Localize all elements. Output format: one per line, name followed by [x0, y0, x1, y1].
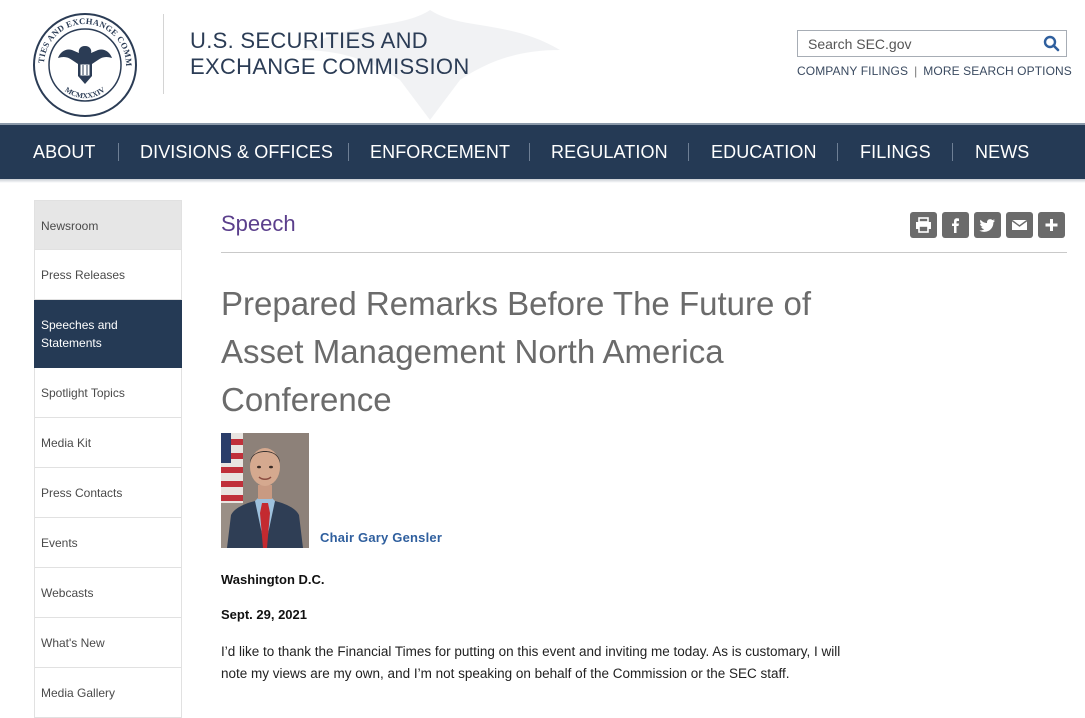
nav-separator [348, 143, 349, 161]
agency-name-line1: U.S. SECURITIES AND [190, 28, 428, 53]
sidebar-item-spotlight-topics[interactable]: Spotlight Topics [34, 368, 182, 418]
sidebar-item-media-gallery[interactable]: Media Gallery [34, 668, 182, 718]
sidebar-item-webcasts[interactable]: Webcasts [34, 568, 182, 618]
search-box [797, 30, 1067, 57]
twitter-share-button[interactable] [974, 212, 1001, 238]
nav-item-enforcement[interactable]: ENFORCEMENT [370, 125, 510, 179]
twitter-icon [979, 219, 995, 232]
nav-item-education[interactable]: EDUCATION [711, 125, 817, 179]
sidebar-item-speeches-statements[interactable]: Speeches and Statements [34, 300, 182, 368]
nav-item-divisions-offices[interactable]: DIVISIONS & OFFICES [140, 125, 333, 179]
sidebar-item-press-releases[interactable]: Press Releases [34, 250, 182, 300]
sidebar-item-label: Press Releases [41, 268, 126, 282]
facebook-share-button[interactable] [942, 212, 969, 238]
nav-item-news[interactable]: NEWS [975, 125, 1029, 179]
sidebar-item-whats-new[interactable]: What's New [34, 618, 182, 668]
nav-separator [837, 143, 838, 161]
page-title: Prepared Remarks Before The Future of As… [221, 285, 812, 418]
sidebar-item-press-contacts[interactable]: Press Contacts [34, 468, 182, 518]
sidebar-item-label: Newsroom [41, 219, 99, 233]
nav-separator [952, 143, 953, 161]
sidebar-item-media-kit[interactable]: Media Kit [34, 418, 182, 468]
nav-item-filings[interactable]: FILINGS [860, 125, 931, 179]
nav-separator [118, 143, 119, 161]
sidebar-item-newsroom[interactable]: Newsroom [34, 200, 182, 250]
company-filings-link[interactable]: COMPANY FILINGS [797, 64, 908, 78]
speech-date: Sept. 29, 2021 [221, 607, 307, 622]
speaker-photo [221, 433, 309, 548]
speaker-portrait-image [221, 433, 309, 548]
email-icon [1011, 219, 1028, 230]
more-share-button[interactable] [1038, 212, 1065, 238]
facebook-icon [952, 218, 959, 233]
speech-location: Washington D.C. [221, 572, 325, 587]
section-divider [221, 252, 1067, 253]
link-separator: | [914, 64, 918, 78]
sidebar-item-label: Events [41, 536, 78, 550]
sidebar-nav: Newsroom Press Releases Speeches and Sta… [34, 200, 182, 718]
print-button[interactable] [910, 212, 937, 238]
sidebar-item-label: Webcasts [41, 586, 94, 600]
sidebar-item-label: Media Gallery [41, 686, 116, 700]
email-share-button[interactable] [1006, 212, 1033, 238]
agency-name[interactable]: U.S. SECURITIES AND EXCHANGE COMMISSION [190, 28, 470, 80]
site-header: SECURITIES AND EXCHANGE COMMISSION MCMXX… [0, 0, 1085, 123]
sidebar-item-label: Speeches and Statements [41, 318, 118, 350]
nav-item-about[interactable]: ABOUT [33, 125, 96, 179]
search-icon[interactable] [1042, 34, 1062, 54]
sidebar-item-label: Press Contacts [41, 486, 123, 500]
nav-shadow [0, 179, 1085, 183]
search-input[interactable] [798, 31, 1044, 56]
sec-seal-logo: SECURITIES AND EXCHANGE COMMISSION MCMXX… [32, 12, 137, 117]
sidebar-item-events[interactable]: Events [34, 518, 182, 568]
search-links: COMPANY FILINGS | MORE SEARCH OPTIONS [797, 64, 1072, 78]
nav-separator [688, 143, 689, 161]
nav-separator [529, 143, 530, 161]
main-nav: ABOUT DIVISIONS & OFFICES ENFORCEMENT RE… [0, 123, 1085, 179]
sidebar-item-label: What's New [41, 636, 105, 650]
more-search-options-link[interactable]: MORE SEARCH OPTIONS [923, 64, 1072, 78]
agency-name-line2: EXCHANGE COMMISSION [190, 54, 470, 79]
nav-item-regulation[interactable]: REGULATION [551, 125, 668, 179]
speech-body-paragraph: I’d like to thank the Financial Times fo… [221, 644, 841, 681]
sidebar-item-label: Media Kit [41, 436, 92, 450]
section-label: Speech [221, 211, 296, 236]
plus-icon [1045, 219, 1058, 231]
print-icon [916, 217, 931, 233]
author-link[interactable]: Chair Gary Gensler [320, 530, 442, 545]
header-divider [163, 14, 164, 94]
sidebar-item-label: Spotlight Topics [41, 386, 125, 400]
